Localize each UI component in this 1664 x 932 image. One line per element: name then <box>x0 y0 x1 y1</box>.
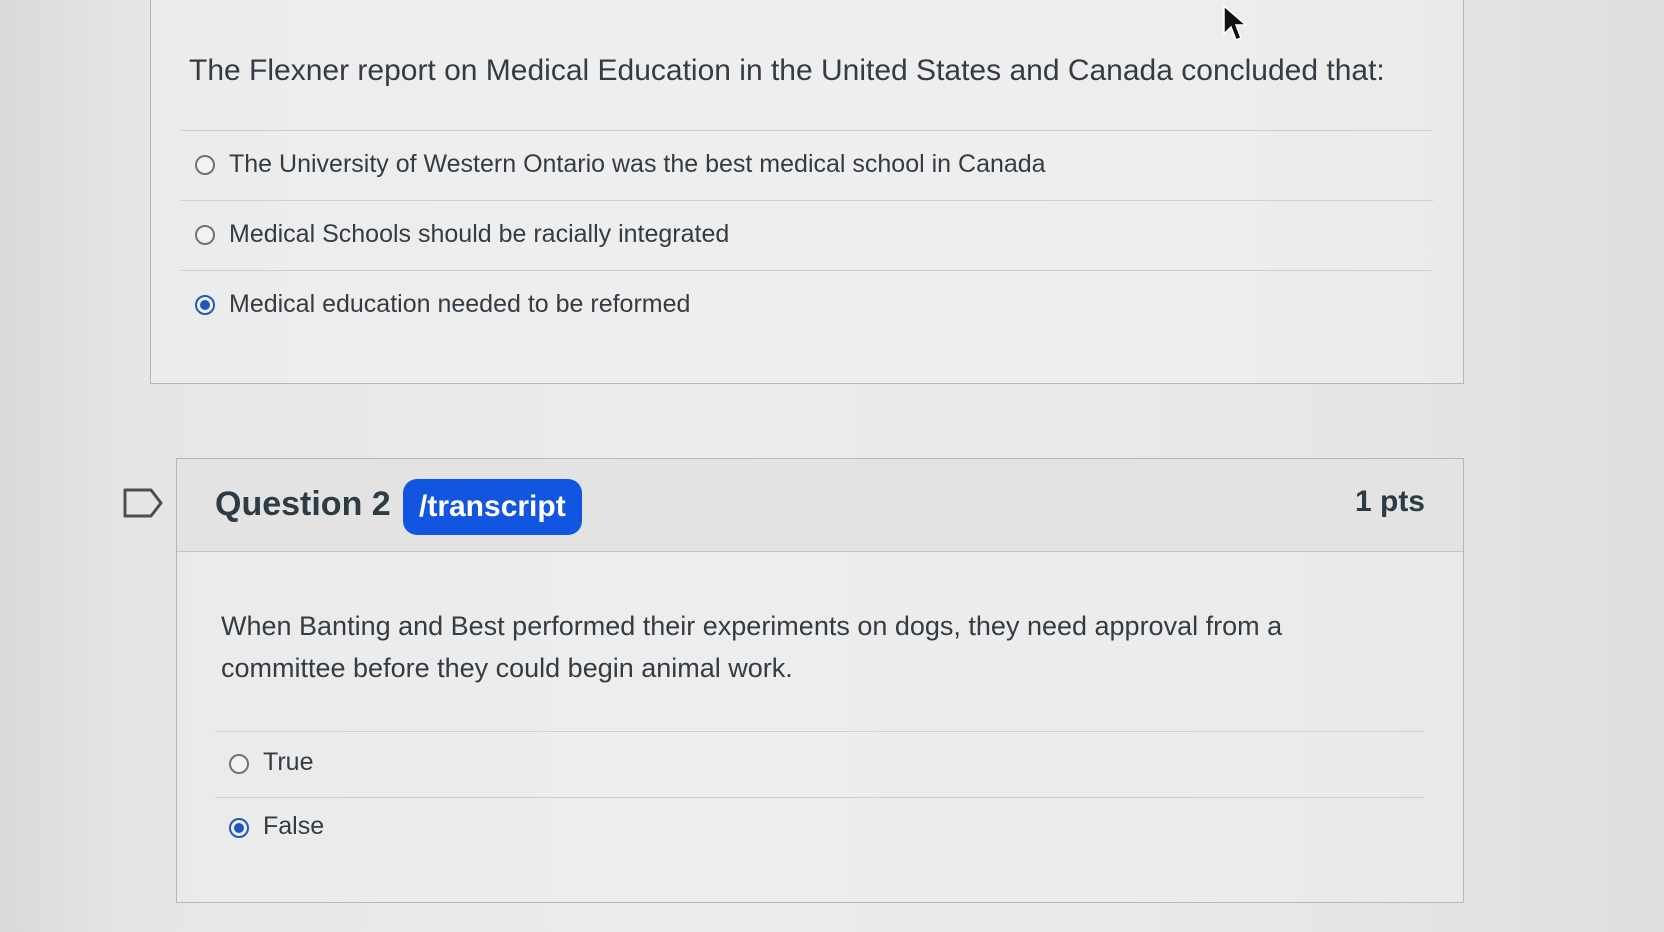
radio-button-selected[interactable] <box>229 818 249 838</box>
answer-label: Medical Schools should be racially integ… <box>229 220 730 248</box>
points-label: 1 pts <box>1354 485 1425 518</box>
answer-option-2[interactable]: Medical Schools should be racially integ… <box>181 200 1433 270</box>
radio-button[interactable] <box>229 754 249 774</box>
question-1-card: The Flexner report on Medical Education … <box>150 0 1464 384</box>
transcript-badge[interactable]: /transcript <box>403 479 582 535</box>
answer-option-false[interactable]: False <box>215 797 1425 864</box>
question-title: Question 2 <box>215 485 391 523</box>
question-1-text: The Flexner report on Medical Education … <box>189 54 1385 87</box>
radio-button-selected[interactable] <box>195 295 215 315</box>
answer-label: The University of Western Ontario was th… <box>229 150 1046 178</box>
radio-button[interactable] <box>195 155 215 175</box>
mouse-pointer-icon <box>1223 4 1248 41</box>
answer-label: Medical education needed to be reformed <box>229 290 691 318</box>
answer-label: False <box>263 812 325 840</box>
question-2-text: When Banting and Best performed their ex… <box>221 611 1283 683</box>
answer-label: True <box>263 748 314 776</box>
question-2-card: Question 2 /transcript 1 pts When Bantin… <box>176 458 1464 903</box>
flag-icon[interactable] <box>123 488 163 518</box>
answer-option-3[interactable]: Medical education needed to be reformed <box>181 270 1433 340</box>
answer-option-true[interactable]: True <box>215 731 1425 798</box>
question-2-header: Question 2 /transcript 1 pts <box>177 459 1463 552</box>
radio-button[interactable] <box>195 225 215 245</box>
answer-option-1[interactable]: The University of Western Ontario was th… <box>181 130 1433 200</box>
